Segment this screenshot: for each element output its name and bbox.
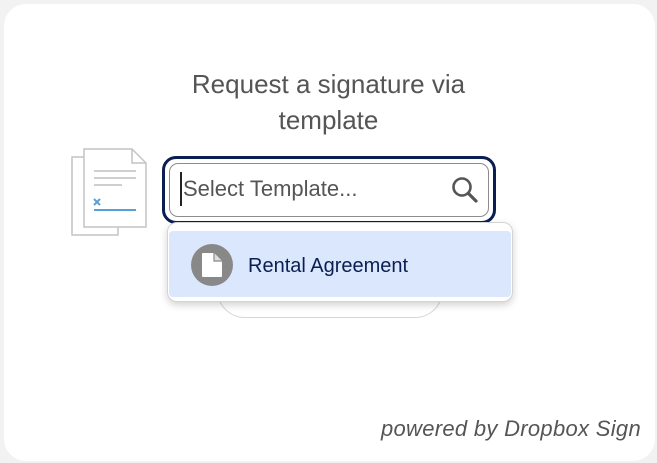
template-select[interactable] xyxy=(162,156,496,224)
powered-by-footer: powered by Dropbox Sign xyxy=(380,416,641,441)
page-title: Request a signature via template xyxy=(0,66,657,138)
template-select-field[interactable] xyxy=(169,163,489,217)
document-icon xyxy=(191,244,233,286)
template-search-input[interactable] xyxy=(180,172,443,206)
documents-illustration-icon xyxy=(70,147,150,239)
search-icon[interactable] xyxy=(450,175,480,205)
template-option-label: Rental Agreement xyxy=(248,255,409,277)
page-title-line-1: Request a signature via xyxy=(191,69,466,99)
page-title-line-2: template xyxy=(278,105,379,135)
template-option-rental-agreement[interactable]: Rental Agreement xyxy=(169,231,511,297)
template-dropdown-menu: Rental Agreement xyxy=(167,222,513,302)
